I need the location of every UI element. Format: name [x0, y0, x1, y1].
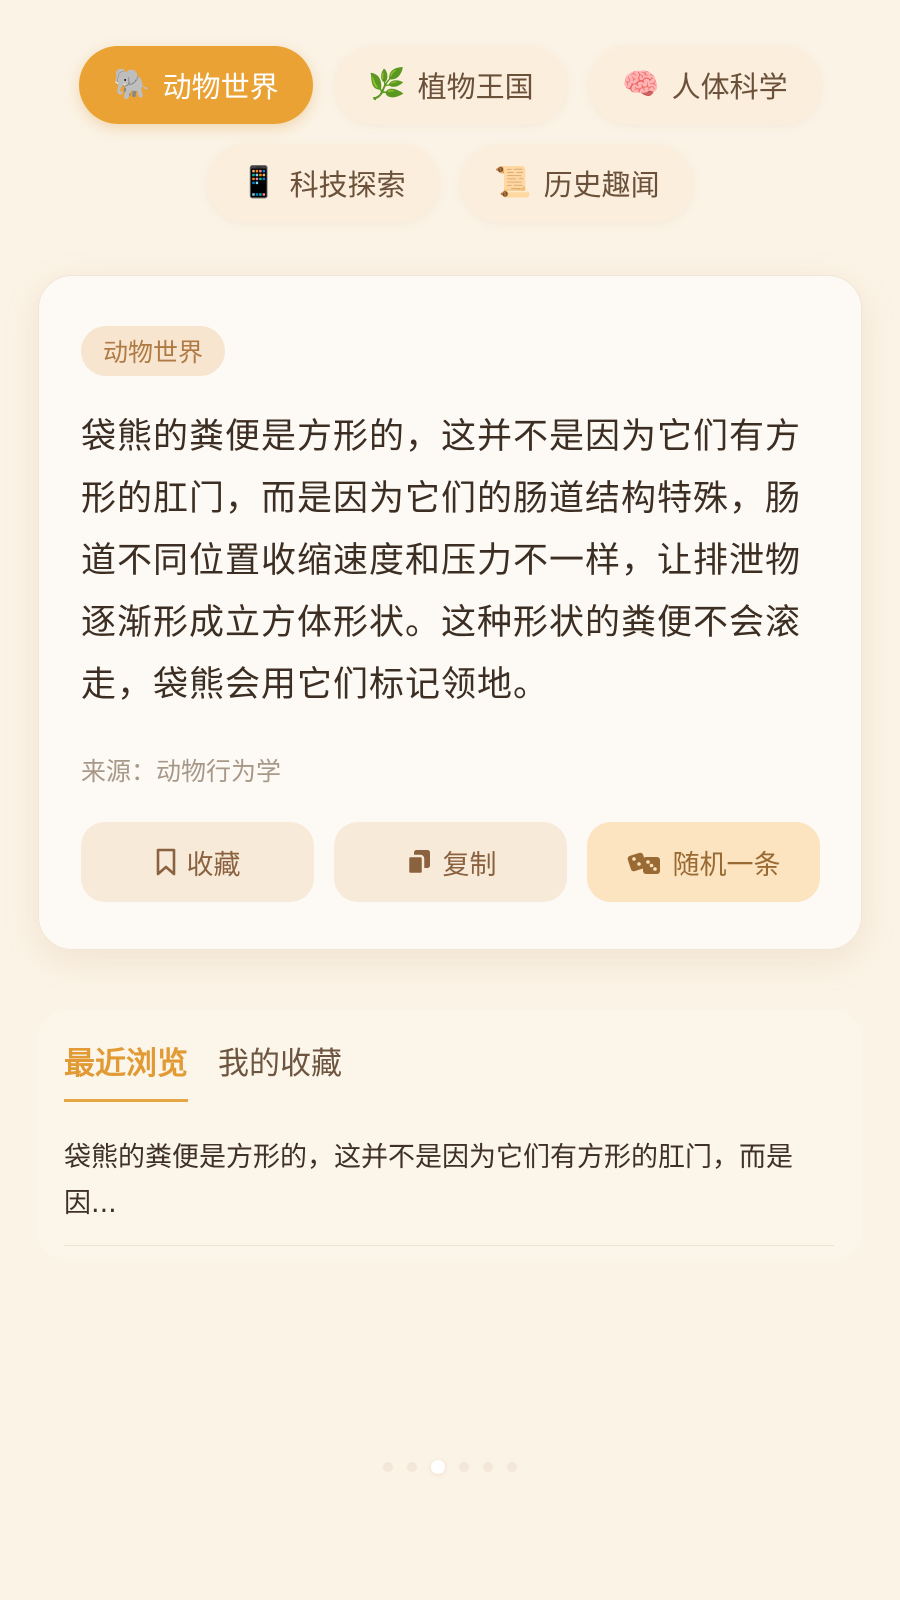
category-chips: 🐘 动物世界 🌿 植物王国 🧠 人体科学 📱 科技探索 📜 历史趣闻	[0, 46, 900, 242]
category-chip-plants[interactable]: 🌿 植物王国	[335, 46, 567, 124]
copy-label: 复制	[442, 849, 497, 881]
category-chip-technology[interactable]: 📱 科技探索	[207, 144, 439, 222]
history-tabs: 最近浏览 我的收藏	[64, 1038, 342, 1102]
scroll-icon: 📜	[494, 165, 532, 200]
tab-favorites[interactable]: 我的收藏	[218, 1038, 342, 1102]
category-label: 动物世界	[162, 70, 279, 104]
favorite-label: 收藏	[186, 849, 241, 881]
brain-icon: 🧠	[622, 67, 660, 102]
page-dot	[383, 1462, 393, 1472]
page-dot	[459, 1462, 469, 1472]
fact-card: 动物世界 袋熊的粪便是方形的，这并不是因为它们有方形的肛门，而是因为它们的肠道结…	[38, 275, 862, 950]
page-dot-active	[431, 1460, 445, 1474]
category-label: 植物王国	[417, 70, 534, 104]
elephant-icon: 🐘	[113, 67, 151, 102]
card-actions: 收藏 复制 随机一条	[81, 822, 820, 902]
copy-icon	[406, 850, 430, 876]
fact-text: 袋熊的粪便是方形的，这并不是因为它们有方形的肛门，而是因为它们的肠道结构特殊，肠…	[81, 417, 802, 705]
category-label: 科技探索	[289, 168, 406, 202]
history-item[interactable]: 袋熊的粪便是方形的，这并不是因为它们有方形的肛门，而是因...	[64, 1135, 834, 1246]
page-dot	[507, 1462, 517, 1472]
category-row-1: 🐘 动物世界 🌿 植物王国 🧠 人体科学	[0, 46, 900, 124]
fact-app-page: 🐘 动物世界 🌿 植物王国 🧠 人体科学 📱 科技探索 📜 历史趣闻 动物世界 …	[0, 0, 900, 1600]
tab-recent[interactable]: 最近浏览	[64, 1038, 188, 1102]
fact-source: 来源：动物行为学	[81, 757, 282, 786]
category-chip-history[interactable]: 📜 历史趣闻	[461, 144, 693, 222]
favorite-button[interactable]: 收藏	[81, 822, 314, 902]
history-panel: 最近浏览 我的收藏 袋熊的粪便是方形的，这并不是因为它们有方形的肛门，而是因..…	[38, 1010, 862, 1260]
random-button[interactable]: 随机一条	[587, 822, 820, 902]
category-row-2: 📱 科技探索 📜 历史趣闻	[0, 144, 900, 222]
page-dot	[483, 1462, 493, 1472]
category-chip-human-body[interactable]: 🧠 人体科学	[589, 46, 821, 124]
category-chip-animals[interactable]: 🐘 动物世界	[79, 46, 313, 124]
page-dot	[407, 1462, 417, 1472]
category-label: 人体科学	[671, 70, 788, 104]
copy-button[interactable]: 复制	[334, 822, 567, 902]
herb-icon: 🌿	[368, 67, 406, 102]
phone-icon: 📱	[240, 165, 278, 200]
dice-icon	[627, 852, 660, 874]
bookmark-icon	[156, 848, 175, 876]
category-tag: 动物世界	[81, 326, 226, 376]
random-label: 随机一条	[672, 849, 781, 881]
category-label: 历史趣闻	[543, 168, 660, 202]
page-indicator	[0, 1460, 900, 1474]
